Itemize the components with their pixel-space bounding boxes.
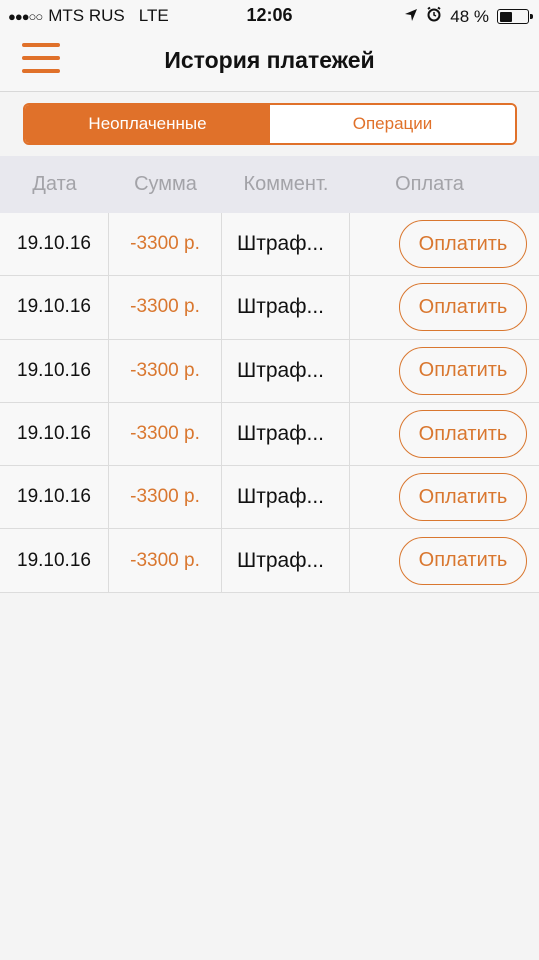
row-amount: -3300 р. (109, 402, 222, 466)
battery-fill (499, 11, 513, 22)
table-row: 19.10.16 -3300 р. Штраф... Оплатить (0, 339, 539, 403)
pay-button[interactable]: Оплатить (399, 283, 527, 332)
tab-unpaid[interactable]: Неоплаченные (25, 105, 270, 143)
row-pay-cell: Оплатить (350, 213, 539, 275)
pay-button[interactable]: Оплатить (399, 536, 527, 585)
row-pay-cell: Оплатить (350, 276, 539, 338)
row-amount: -3300 р. (109, 339, 222, 402)
row-date: 19.10.16 (0, 276, 109, 339)
status-right: 48 % (404, 6, 533, 27)
row-amount: -3300 р. (109, 213, 222, 276)
alarm-clock-icon (426, 6, 442, 27)
row-comment[interactable]: Штраф... (222, 213, 350, 276)
pay-button[interactable]: Оплатить (399, 410, 527, 459)
table-row: 19.10.16 -3300 р. Штраф... Оплатить (0, 529, 539, 593)
pay-button[interactable]: Оплатить (399, 473, 527, 522)
row-date: 19.10.16 (0, 466, 109, 529)
segmented-control: Неоплаченные Операции (23, 103, 517, 145)
battery-icon (497, 9, 533, 24)
row-comment[interactable]: Штраф... (222, 402, 350, 466)
row-date: 19.10.16 (0, 529, 109, 592)
tab-operations[interactable]: Операции (270, 105, 515, 143)
table-row: 19.10.16 -3300 р. Штраф... Оплатить (0, 466, 539, 530)
row-date: 19.10.16 (0, 339, 109, 402)
battery-percent: 48 % (450, 6, 489, 26)
row-pay-cell: Оплатить (350, 466, 539, 528)
table-header: Дата Сумма Коммент. Оплата (0, 156, 539, 213)
table-row: 19.10.16 -3300 р. Штраф... Оплатить (0, 276, 539, 340)
location-arrow-icon (404, 7, 418, 27)
row-amount: -3300 р. (109, 276, 222, 339)
nav-bar: История платежей (0, 32, 539, 92)
battery-tip (530, 14, 533, 19)
table-row: 19.10.16 -3300 р. Штраф... Оплатить (0, 213, 539, 277)
row-amount: -3300 р. (109, 529, 222, 592)
page-title: История платежей (164, 47, 375, 73)
header-comment: Коммент. (243, 173, 329, 195)
row-pay-cell: Оплатить (350, 403, 539, 465)
header-date: Дата (32, 173, 77, 195)
status-bar: ●●●○○ MTS RUS LTE 12:06 48 % (0, 0, 539, 32)
row-comment[interactable]: Штраф... (222, 529, 350, 592)
table-row: 19.10.16 -3300 р. Штраф... Оплатить (0, 402, 539, 467)
row-pay-cell: Оплатить (350, 529, 539, 591)
pay-button[interactable]: Оплатить (399, 346, 527, 395)
row-amount: -3300 р. (109, 466, 222, 529)
row-date: 19.10.16 (0, 402, 109, 466)
header-payment: Оплата (395, 173, 464, 195)
row-comment[interactable]: Штраф... (222, 466, 350, 529)
segment-area: Неоплаченные Операции (0, 92, 539, 156)
pay-button[interactable]: Оплатить (399, 220, 527, 269)
row-pay-cell: Оплатить (350, 340, 539, 402)
row-comment[interactable]: Штраф... (222, 276, 350, 339)
header-amount: Сумма (134, 173, 197, 195)
row-comment[interactable]: Штраф... (222, 339, 350, 402)
row-date: 19.10.16 (0, 213, 109, 276)
payments-table: 19.10.16 -3300 р. Штраф... Оплатить 19.1… (0, 213, 539, 593)
